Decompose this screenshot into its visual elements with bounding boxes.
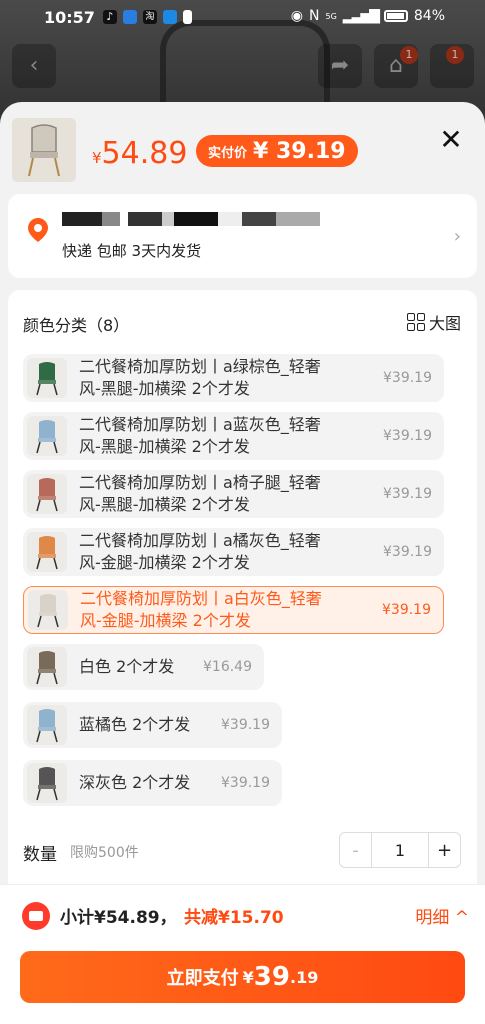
option-thumbnail <box>27 416 67 456</box>
discount-total: 共减¥15.70 <box>184 908 284 928</box>
actual-pay-badge: 实付价 ¥ 39.19 <box>196 135 358 167</box>
option-price: ¥39.19 <box>383 428 432 444</box>
signal-icon: ▂▃▅▇ <box>342 8 380 24</box>
option-label: 蓝橘色 2个才发 <box>79 715 191 734</box>
spec-option[interactable]: 二代餐椅加厚防划丨a白灰色_轻奢 风-金腿-加横梁 2个才发 ¥39.19 <box>23 586 444 634</box>
product-thumbnail[interactable] <box>12 118 76 182</box>
option-label: 白色 2个才发 <box>79 657 175 676</box>
option-label-line2: 风-黑腿-加横梁 2个才发 <box>79 379 250 398</box>
option-price: ¥39.19 <box>382 602 431 618</box>
option-thumbnail <box>27 763 67 803</box>
option-label-line1: 二代餐椅加厚防划丨a橘灰色_轻奢 <box>79 531 321 550</box>
battery-percent: 84% <box>413 8 445 24</box>
quantity-label: 数量 <box>23 845 57 865</box>
taobao-icon: 淘 <box>142 10 157 24</box>
subtotal: 小计¥54.89， <box>60 908 177 928</box>
spec-option[interactable]: 二代餐椅加厚防划丨a绿棕色_轻奢 风-黑腿-加横梁 2个才发 ¥39.19 <box>23 354 444 402</box>
option-label-line2: 风-黑腿-加横梁 2个才发 <box>79 495 250 514</box>
status-right: ◉ N 5G ▂▃▅▇ 84% <box>291 8 445 24</box>
spec-option[interactable]: 二代餐椅加厚防划丨a椅子腿_轻奢 风-黑腿-加横梁 2个才发 ¥39.19 <box>23 470 444 518</box>
option-price: ¥39.19 <box>383 544 432 560</box>
grid-icon <box>406 313 425 331</box>
option-label: 二代餐椅加厚防划丨a椅子腿_轻奢 风-黑腿-加横梁 2个才发 <box>79 472 321 516</box>
big-image-label: 大图 <box>428 314 461 333</box>
pay-now-label: 立即支付 <box>166 968 239 989</box>
option-label: 二代餐椅加厚防划丨a绿棕色_轻奢 风-黑腿-加横梁 2个才发 <box>79 356 321 400</box>
location-icon <box>28 218 48 242</box>
coupon-icon <box>22 902 50 930</box>
option-price: ¥39.19 <box>383 486 432 502</box>
spec-option[interactable]: 二代餐椅加厚防划丨a橘灰色_轻奢 风-金腿-加横梁 2个才发 ¥39.19 <box>23 528 444 576</box>
actual-pay-price: ¥ 39.19 <box>253 138 346 164</box>
pay-currency: ¥ <box>242 967 254 987</box>
option-label: 二代餐椅加厚防划丨a蓝灰色_轻奢 风-黑腿-加横梁 2个才发 <box>79 414 321 458</box>
price-value: 54.89 <box>101 136 188 171</box>
option-price: ¥39.19 <box>383 370 432 386</box>
decrement-button[interactable]: - <box>340 833 372 867</box>
address-redacted <box>62 212 320 226</box>
option-price: ¥39.19 <box>221 717 270 733</box>
detail-toggle[interactable]: 明细 ^ <box>415 903 469 928</box>
option-thumbnail <box>27 474 67 514</box>
option-thumbnail <box>27 647 67 687</box>
cloud-icon <box>162 10 177 24</box>
pay-amount-integer: 39 <box>253 962 290 992</box>
message-badge: 1 <box>446 46 464 64</box>
address-card[interactable]: 快递 包邮 3天内发货 › <box>8 194 477 278</box>
battery-icon <box>383 10 408 22</box>
spec-title: 颜色分类（8） <box>23 316 130 335</box>
checkout-footer: 小计¥54.89， 共减¥15.70 明细 ^ 立即支付 ¥ 39 .19 <box>0 884 485 1024</box>
option-label-line2: 风-黑腿-加横梁 2个才发 <box>79 437 250 456</box>
quantity-limit: 限购500件 <box>70 845 139 861</box>
option-thumbnail <box>27 358 67 398</box>
sku-sheet: ¥54.89 实付价 ¥ 39.19 ✕ 快递 包邮 3天内发货 › 颜色分类（… <box>0 102 485 1024</box>
option-label: 深灰色 2个才发 <box>79 773 191 792</box>
quantity-stepper[interactable]: - 1 + <box>339 832 461 868</box>
app-icon <box>122 10 137 24</box>
option-label: 二代餐椅加厚防划丨a白灰色_轻奢 风-金腿-加横梁 2个才发 <box>80 588 322 632</box>
increment-button[interactable]: + <box>428 833 460 867</box>
back-icon: ‹ <box>12 44 56 88</box>
actual-pay-label: 实付价 <box>208 145 248 161</box>
spec-option[interactable]: 白色 2个才发 ¥16.49 <box>23 644 264 690</box>
chevron-right-icon: › <box>453 226 461 247</box>
option-label-line1: 二代餐椅加厚防划丨a椅子腿_轻奢 <box>79 473 321 492</box>
pay-now-button[interactable]: 立即支付 ¥ 39 .19 <box>20 951 465 1003</box>
eye-icon: ◉ <box>290 8 304 24</box>
spec-card: 颜色分类（8） 大图 二代餐椅加厚防划丨a绿棕色_轻奢 风-黑腿-加横梁 2个才发… <box>8 290 477 910</box>
spec-option[interactable]: 深灰色 2个才发 ¥39.19 <box>23 760 282 806</box>
nfc-icon: N <box>309 8 320 24</box>
close-icon[interactable]: ✕ <box>437 126 465 154</box>
signal-label: 5G <box>325 11 337 21</box>
option-thumbnail <box>28 590 68 630</box>
option-label-line2: 风-金腿-加横梁 2个才发 <box>79 553 250 572</box>
tiktok-icon: ♪ <box>102 10 117 24</box>
sim-icon <box>182 10 192 24</box>
option-thumbnail <box>27 705 67 745</box>
spec-option[interactable]: 二代餐椅加厚防划丨a蓝灰色_轻奢 风-黑腿-加横梁 2个才发 ¥39.19 <box>23 412 444 460</box>
option-label-line1: 二代餐椅加厚防划丨a绿棕色_轻奢 <box>79 357 321 376</box>
status-time: 10:57 <box>44 7 95 27</box>
spec-option[interactable]: 蓝橘色 2个才发 ¥39.19 <box>23 702 282 748</box>
option-thumbnail <box>27 532 67 572</box>
option-label-line1: 二代餐椅加厚防划丨a蓝灰色_轻奢 <box>79 415 321 434</box>
option-price: ¥16.49 <box>203 659 252 675</box>
cart-badge: 1 <box>400 46 418 64</box>
sheet-header: ¥54.89 实付价 ¥ 39.19 ✕ <box>0 102 485 194</box>
quantity-value[interactable]: 1 <box>372 833 428 867</box>
share-icon: ➦ <box>318 44 362 88</box>
pay-amount-decimal: .19 <box>289 967 319 987</box>
option-price: ¥39.19 <box>221 775 270 791</box>
option-label-line1: 二代餐椅加厚防划丨a白灰色_轻奢 <box>80 589 322 608</box>
current-price: ¥54.89 <box>92 136 187 171</box>
shipping-info: 快递 包邮 3天内发货 <box>62 242 202 260</box>
big-image-button[interactable]: 大图 <box>406 310 461 334</box>
currency-symbol: ¥ <box>92 149 102 167</box>
option-label-line2: 风-金腿-加横梁 2个才发 <box>80 611 251 630</box>
option-label: 二代餐椅加厚防划丨a橘灰色_轻奢 风-金腿-加横梁 2个才发 <box>79 530 321 574</box>
